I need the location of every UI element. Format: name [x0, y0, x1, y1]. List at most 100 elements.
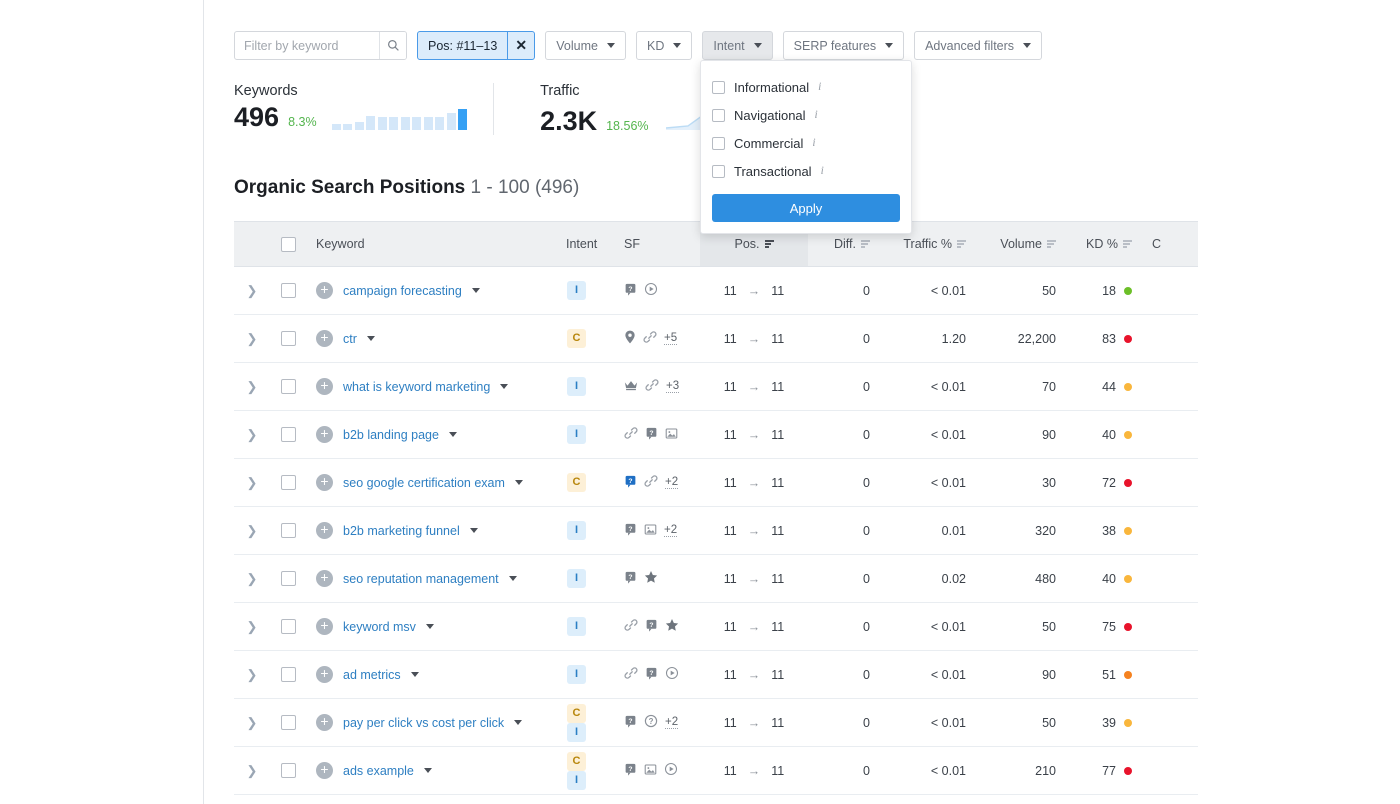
chevron-right-icon[interactable]: ❯	[247, 283, 258, 298]
sf-faq-icon[interactable]: ?	[624, 715, 637, 731]
sf-star-icon[interactable]	[665, 618, 679, 635]
add-keyword-icon[interactable]: +	[316, 426, 333, 443]
select-all-checkbox[interactable]	[281, 237, 296, 252]
info-icon[interactable]: i	[812, 137, 815, 149]
table-row[interactable]: ❯+campaign forecastingI?11→110< 0.015018	[234, 267, 1198, 315]
intent-badge-c[interactable]: C	[567, 329, 586, 348]
table-row[interactable]: ❯+what is keyword marketingI+311→110< 0.…	[234, 363, 1198, 411]
row-checkbox[interactable]	[281, 475, 296, 490]
row-checkbox[interactable]	[281, 283, 296, 298]
th-cpc[interactable]: C	[1142, 222, 1198, 267]
cell-expand[interactable]: ❯	[234, 603, 270, 651]
keyword-link[interactable]: b2b marketing funnel	[343, 524, 460, 538]
row-checkbox[interactable]	[281, 619, 296, 634]
intent-badge-i[interactable]: I	[567, 377, 586, 396]
filter-dropdown-kd[interactable]: KD	[636, 31, 692, 60]
chevron-right-icon[interactable]: ❯	[247, 763, 258, 778]
table-row[interactable]: ❯+keyword msvI?11→110< 0.015075	[234, 603, 1198, 651]
cell-select[interactable]	[270, 651, 306, 699]
sf-video-icon[interactable]	[644, 282, 658, 299]
sf-video-icon[interactable]	[665, 666, 679, 683]
th-volume[interactable]: Volume	[976, 222, 1066, 267]
checkbox-transactional[interactable]	[712, 165, 725, 178]
intent-badge-c[interactable]: C	[567, 473, 586, 492]
th-keyword[interactable]: Keyword	[306, 222, 556, 267]
cell-expand[interactable]: ❯	[234, 747, 270, 795]
add-keyword-icon[interactable]: +	[316, 378, 333, 395]
intent-badge-i[interactable]: I	[567, 617, 586, 636]
table-row[interactable]: ❯+ad metricsI?11→110< 0.019051	[234, 651, 1198, 699]
chevron-right-icon[interactable]: ❯	[247, 667, 258, 682]
intent-badge-c[interactable]: C	[567, 704, 586, 723]
chevron-right-icon[interactable]: ❯	[247, 475, 258, 490]
sf-more-count[interactable]: +2	[664, 524, 677, 537]
th-kd[interactable]: KD %	[1066, 222, 1142, 267]
cell-expand[interactable]: ❯	[234, 411, 270, 459]
row-checkbox[interactable]	[281, 667, 296, 682]
row-checkbox[interactable]	[281, 715, 296, 730]
sf-crown-icon[interactable]	[624, 379, 638, 394]
filter-dropdown-volume[interactable]: Volume	[545, 31, 626, 60]
row-checkbox[interactable]	[281, 763, 296, 778]
position-filter-chip[interactable]: Pos: #11–13 ✕	[417, 31, 535, 60]
filter-dropdown-advanced-filters[interactable]: Advanced filters	[914, 31, 1042, 60]
sf-link-icon[interactable]	[624, 618, 638, 635]
intent-option-informational[interactable]: Informational i	[712, 73, 900, 101]
info-icon[interactable]: i	[821, 165, 824, 177]
intent-badge-c[interactable]: C	[567, 752, 586, 771]
info-icon[interactable]: i	[815, 109, 818, 121]
keyword-link[interactable]: keyword msv	[343, 620, 416, 634]
intent-option-navigational[interactable]: Navigational i	[712, 101, 900, 129]
search-input[interactable]	[235, 32, 379, 59]
intent-badge-i[interactable]: I	[567, 771, 586, 790]
table-row[interactable]: ❯+b2b landing pageI?11→110< 0.019040	[234, 411, 1198, 459]
sf-question-icon[interactable]: ?	[644, 714, 658, 731]
keyword-link[interactable]: ctr	[343, 332, 357, 346]
sf-link-icon[interactable]	[624, 426, 638, 443]
cell-select[interactable]	[270, 267, 306, 315]
keyword-link[interactable]: seo reputation management	[343, 572, 499, 586]
keyword-link[interactable]: campaign forecasting	[343, 284, 462, 298]
sf-faq-icon[interactable]: ?	[624, 571, 637, 587]
cell-select[interactable]	[270, 555, 306, 603]
sf-link-icon[interactable]	[643, 330, 657, 347]
cell-expand[interactable]: ❯	[234, 507, 270, 555]
intent-badge-i[interactable]: I	[567, 521, 586, 540]
keyword-link[interactable]: seo google certification exam	[343, 476, 505, 490]
intent-badge-i[interactable]: I	[567, 665, 586, 684]
chevron-down-icon[interactable]	[449, 432, 457, 437]
add-keyword-icon[interactable]: +	[316, 474, 333, 491]
add-keyword-icon[interactable]: +	[316, 522, 333, 539]
sf-faq-blue-icon[interactable]: ?	[624, 475, 637, 491]
sf-more-count[interactable]: +2	[665, 476, 678, 489]
sf-faq-icon[interactable]: ?	[645, 619, 658, 635]
intent-badge-i[interactable]: I	[567, 425, 586, 444]
cell-expand[interactable]: ❯	[234, 315, 270, 363]
cell-expand[interactable]: ❯	[234, 363, 270, 411]
close-icon[interactable]: ✕	[507, 32, 534, 59]
search-icon[interactable]	[379, 32, 406, 59]
sf-pin-icon[interactable]	[624, 330, 636, 347]
cell-select[interactable]	[270, 459, 306, 507]
info-icon[interactable]: i	[818, 81, 821, 93]
add-keyword-icon[interactable]: +	[316, 330, 333, 347]
cell-expand[interactable]: ❯	[234, 555, 270, 603]
intent-badge-i[interactable]: I	[567, 569, 586, 588]
intent-badge-i[interactable]: I	[567, 723, 586, 742]
sf-more-count[interactable]: +5	[664, 332, 677, 345]
chevron-down-icon[interactable]	[515, 480, 523, 485]
keyword-link[interactable]: ads example	[343, 764, 414, 778]
table-row[interactable]: ❯+seo reputation managementI?11→1100.024…	[234, 555, 1198, 603]
sf-link-icon[interactable]	[645, 378, 659, 395]
checkbox-navigational[interactable]	[712, 109, 725, 122]
cell-select[interactable]	[270, 603, 306, 651]
intent-badge-i[interactable]: I	[567, 281, 586, 300]
chevron-right-icon[interactable]: ❯	[247, 331, 258, 346]
cell-expand[interactable]: ❯	[234, 699, 270, 747]
add-keyword-icon[interactable]: +	[316, 666, 333, 683]
table-row[interactable]: ❯+b2b marketing funnelI?+211→1100.013203…	[234, 507, 1198, 555]
chevron-down-icon[interactable]	[472, 288, 480, 293]
cell-select[interactable]	[270, 411, 306, 459]
filter-dropdown-intent[interactable]: Intent	[702, 31, 772, 60]
sf-link-icon[interactable]	[624, 666, 638, 683]
